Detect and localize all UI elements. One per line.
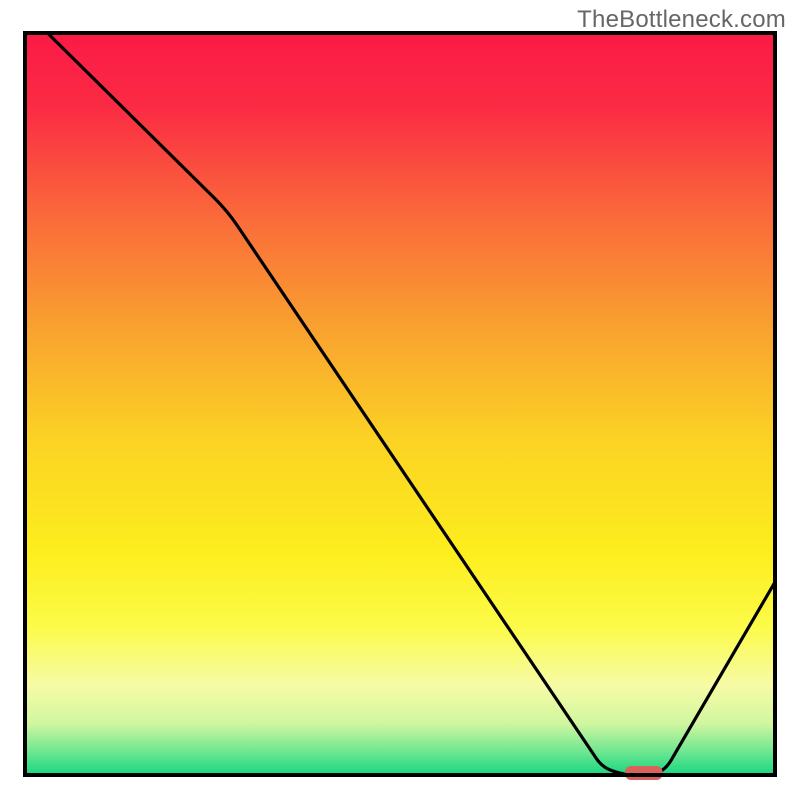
plot-area bbox=[25, 33, 775, 775]
watermark-label: TheBottleneck.com bbox=[577, 6, 786, 34]
bottleneck-chart bbox=[0, 0, 800, 800]
